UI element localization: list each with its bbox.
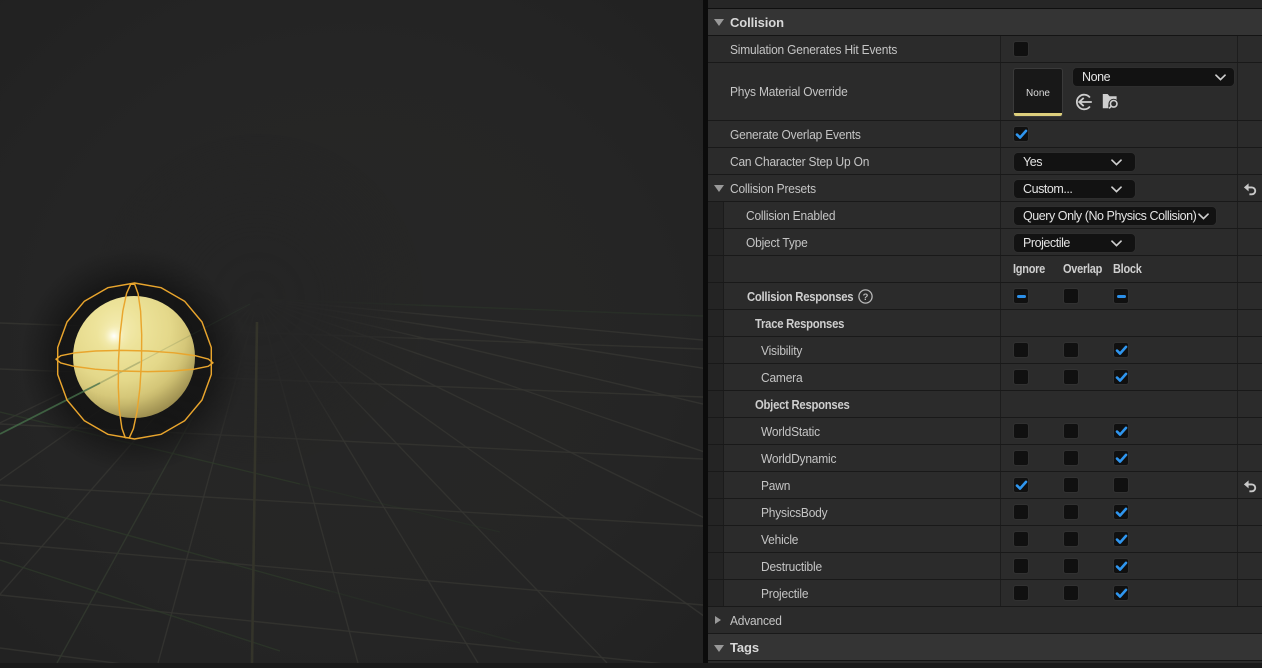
svg-text:?: ? [863,292,869,303]
